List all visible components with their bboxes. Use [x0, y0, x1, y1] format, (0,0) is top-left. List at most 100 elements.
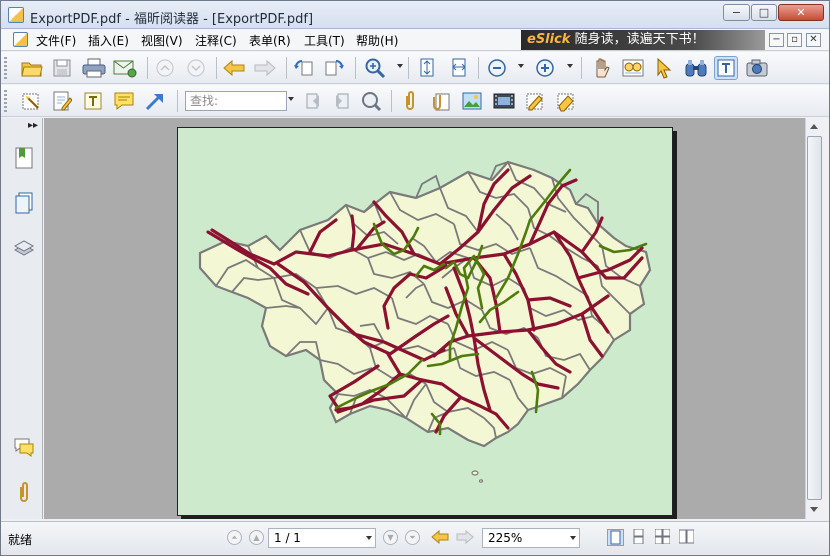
application-window: ExportPDF.pdf - 福昕阅读器 - [ExportPDF.pdf] … — [0, 0, 830, 556]
maximize-button[interactable]: □ — [751, 4, 777, 21]
bookmarks-tab[interactable] — [11, 145, 37, 171]
doc-close-button[interactable]: ✕ — [806, 33, 821, 47]
minimize-button[interactable]: − — [723, 4, 750, 21]
banner-slogan: 随身读，读遍天下书！ — [574, 32, 705, 47]
page-dropdown[interactable] — [366, 536, 372, 540]
continuous-facing-view-button[interactable] — [678, 529, 696, 546]
menu-file[interactable]: 文件(F) — [36, 32, 76, 49]
foxit-app-icon[interactable] — [8, 7, 24, 23]
snapshot-tool-button[interactable] — [745, 56, 769, 80]
two-page-icon — [678, 529, 695, 544]
document-menu-icon[interactable] — [13, 32, 28, 47]
vertical-scrollbar[interactable] — [805, 118, 823, 519]
multimedia-button[interactable] — [492, 89, 516, 113]
zoom-tool-dropdown[interactable] — [397, 64, 403, 68]
annotation-select-button[interactable] — [19, 89, 43, 113]
toolbar-grip[interactable] — [4, 90, 7, 112]
attachments-tab[interactable] — [11, 480, 37, 506]
text-box-button[interactable] — [81, 89, 105, 113]
next-page-status-button[interactable]: ▼ — [383, 530, 398, 545]
typewriter-button[interactable] — [50, 89, 74, 113]
select-tool-button[interactable] — [652, 56, 676, 80]
file-attachment-button[interactable] — [429, 89, 453, 113]
zoom-dropdown[interactable] — [570, 536, 576, 540]
text-select-tool-button[interactable] — [714, 56, 738, 80]
menu-insert[interactable]: 插入(E) — [88, 32, 129, 49]
folder-open-icon — [21, 62, 43, 77]
doc-minimize-button[interactable]: − — [769, 33, 784, 47]
print-button[interactable] — [82, 56, 106, 80]
save-button[interactable] — [50, 56, 74, 80]
zoom-in-tool-button[interactable] — [363, 56, 387, 80]
page-number-field[interactable]: 1 / 1 — [268, 528, 376, 548]
rotate-clockwise-button[interactable] — [322, 56, 346, 80]
eraser-tool-button[interactable] — [554, 89, 578, 113]
find-button[interactable] — [684, 56, 708, 80]
comments-icon — [14, 438, 34, 457]
zoom-in-button[interactable] — [533, 56, 557, 80]
document-viewport[interactable] — [44, 118, 805, 519]
banner-brand: eSlick — [527, 32, 571, 47]
email-button[interactable] — [113, 56, 137, 80]
read-mode-button[interactable] — [621, 56, 645, 80]
zoom-in-dropdown[interactable] — [567, 64, 573, 68]
attach-file-button[interactable] — [398, 89, 422, 113]
pointer-arrow-icon — [657, 57, 672, 79]
last-page-button[interactable]: ⏷ — [405, 530, 420, 545]
up-circle-icon — [156, 59, 174, 77]
back-view-button[interactable] — [431, 529, 449, 547]
close-button[interactable]: ✕ — [778, 4, 824, 21]
find-previous-button[interactable] — [301, 89, 325, 113]
menu-help[interactable]: 帮助(H) — [356, 32, 398, 49]
toolbar-grip[interactable] — [4, 57, 7, 79]
text-select-icon — [717, 59, 735, 77]
single-page-view-button[interactable] — [607, 529, 624, 546]
comments-tab[interactable] — [11, 434, 37, 460]
image-button[interactable] — [460, 89, 484, 113]
previous-page-button[interactable] — [153, 56, 177, 80]
hand-tool-button[interactable] — [590, 56, 614, 80]
pages-tab[interactable] — [11, 190, 37, 216]
binoculars-icon — [685, 60, 707, 77]
email-icon — [113, 60, 137, 78]
zoom-out-button[interactable] — [485, 56, 509, 80]
rotate-counterclockwise-button[interactable] — [292, 56, 316, 80]
hand-icon — [596, 58, 610, 78]
pencil-tool-button[interactable] — [523, 89, 547, 113]
facing-view-button[interactable] — [654, 528, 672, 546]
expand-panel-button[interactable]: ▸▸ — [28, 120, 38, 131]
continuous-view-button[interactable] — [631, 528, 648, 546]
forward-view-button[interactable] — [456, 529, 474, 547]
fit-width-button[interactable] — [447, 56, 471, 80]
menu-view[interactable]: 视图(V) — [141, 32, 183, 49]
search-input[interactable]: 查找: — [185, 91, 287, 111]
fit-page-button[interactable] — [415, 56, 439, 80]
arrow-tool-button[interactable] — [143, 89, 167, 113]
menu-tools[interactable]: 工具(T) — [304, 32, 345, 49]
open-button[interactable] — [20, 56, 44, 80]
zoom-out-dropdown[interactable] — [518, 64, 524, 68]
scroll-up-arrow[interactable] — [810, 124, 818, 129]
find-next-button[interactable] — [330, 89, 354, 113]
scroll-down-arrow[interactable] — [810, 507, 818, 512]
comment-note-icon — [114, 92, 134, 111]
toolbar-separator — [216, 57, 217, 79]
doc-restore-button[interactable]: ▫ — [787, 33, 802, 47]
menu-form[interactable]: 表单(R) — [249, 32, 291, 49]
scroll-thumb[interactable] — [807, 136, 822, 500]
advanced-search-button[interactable] — [359, 89, 383, 113]
forward-button[interactable] — [253, 56, 277, 80]
back-button[interactable] — [222, 56, 246, 80]
menu-comment[interactable]: 注释(C) — [195, 32, 237, 49]
eslick-ad-banner[interactable]: eSlick 随身读，读遍天下书！ — [521, 30, 765, 50]
fit-page-icon — [420, 58, 434, 77]
zoom-level-field[interactable]: 225% — [482, 528, 580, 548]
search-dropdown[interactable] — [288, 97, 294, 101]
previous-page-status-button[interactable]: ▲ — [249, 530, 264, 545]
continuous-pages-icon — [633, 528, 644, 545]
note-button[interactable] — [112, 89, 136, 113]
toolbar-separator — [355, 57, 356, 79]
layers-tab[interactable] — [11, 234, 37, 260]
next-page-button[interactable] — [184, 56, 208, 80]
first-page-button[interactable]: ⏶ — [227, 530, 242, 545]
